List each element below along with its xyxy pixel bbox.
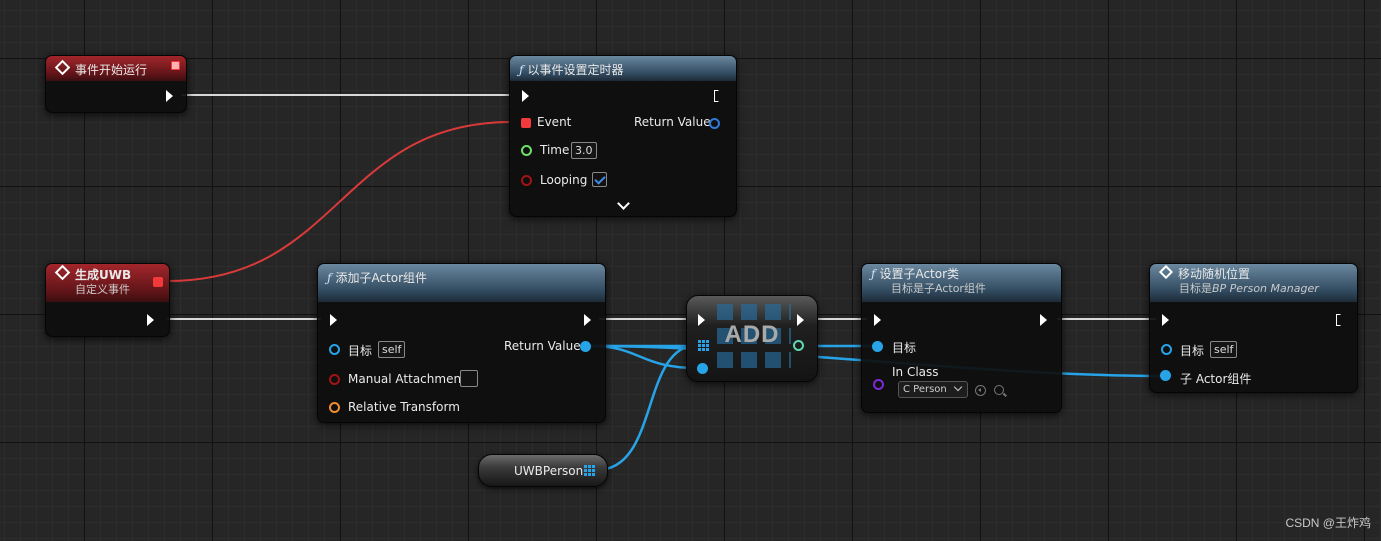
node-uwbperson-variable[interactable]: UWBPerson xyxy=(478,454,608,487)
node-subtitle: 自定义事件 xyxy=(75,283,130,296)
node-set-timer-header: ƒ 以事件设置定时器 xyxy=(510,56,736,81)
node-custom-event-header: 生成UWB 自定义事件 xyxy=(46,264,169,302)
target-pin[interactable] xyxy=(872,341,883,352)
target-array-pin-icon[interactable] xyxy=(698,340,709,351)
delegate-square-icon[interactable] xyxy=(171,61,180,70)
in-class-dropdown[interactable]: C Person xyxy=(898,381,968,398)
delegate-out-pin[interactable] xyxy=(153,277,163,287)
wire-event-delegate xyxy=(167,121,512,282)
exec-out-pin[interactable] xyxy=(584,314,591,326)
looping-pin-label: Looping xyxy=(540,173,588,187)
expand-chevron-icon[interactable] xyxy=(617,197,630,210)
manual-attachment-checkbox[interactable] xyxy=(460,370,478,387)
manual-attachment-label: Manual Attachment xyxy=(348,372,466,386)
target-pin[interactable] xyxy=(329,344,340,355)
chevron-down-icon xyxy=(953,382,963,392)
in-class-label: In Class xyxy=(892,365,939,379)
target-pin-label: 目标 xyxy=(892,341,917,355)
target-pin-label: 目标 xyxy=(348,344,373,358)
target-pin[interactable] xyxy=(1161,344,1172,355)
node-subtitle: 目标是子Actor组件 xyxy=(891,282,986,295)
index-out-pin[interactable] xyxy=(793,340,804,351)
exec-in-pin[interactable] xyxy=(1162,314,1169,326)
event-diamond-icon xyxy=(1158,264,1174,280)
node-add-child-actor-header: ƒ 添加子Actor组件 xyxy=(318,264,605,302)
function-icon: ƒ xyxy=(327,271,332,285)
wire-uwbperson-to-add-array xyxy=(595,343,700,472)
node-title: 设置子Actor类 xyxy=(879,267,960,281)
manual-attachment-pin[interactable] xyxy=(329,374,340,385)
child-actor-pin-label: 子 Actor组件 xyxy=(1180,372,1252,386)
event-diamond-icon xyxy=(54,264,71,281)
node-set-child-actor-class-header: ƒ 设置子Actor类 目标是子Actor组件 xyxy=(862,264,1061,302)
return-value-pin[interactable] xyxy=(709,118,720,129)
relative-transform-label: Relative Transform xyxy=(348,400,460,414)
looping-pin[interactable] xyxy=(521,175,532,186)
browse-search-icon[interactable] xyxy=(994,385,1004,395)
wire-return-to-add-item xyxy=(589,344,699,370)
exec-out-pin[interactable] xyxy=(1336,314,1343,326)
node-title: 生成UWB xyxy=(75,268,132,282)
relative-transform-pin[interactable] xyxy=(329,402,340,413)
use-selected-icon[interactable] xyxy=(975,385,986,396)
target-self-value[interactable]: self xyxy=(378,341,406,358)
subtitle-prefix: 目标是 xyxy=(1179,282,1212,295)
return-value-pin[interactable] xyxy=(580,341,591,352)
node-custom-event-uwb[interactable]: 生成UWB 自定义事件 xyxy=(45,263,170,337)
array-out-pin-icon[interactable] xyxy=(584,465,595,476)
node-subtitle: 目标是BP Person Manager xyxy=(1159,282,1349,296)
time-pin-label: Time xyxy=(540,143,570,157)
time-pin[interactable] xyxy=(521,145,532,156)
target-self-value[interactable]: self xyxy=(1210,341,1238,358)
exec-out-pin[interactable] xyxy=(147,314,154,326)
exec-in-pin[interactable] xyxy=(698,314,705,326)
node-set-child-actor-class[interactable]: ƒ 设置子Actor类 目标是子Actor组件 目标 In Class C Per… xyxy=(861,263,1062,413)
function-icon: ƒ xyxy=(871,267,876,281)
node-begin-play-header: 事件开始运行 xyxy=(46,56,186,81)
target-pin-label: 目标 xyxy=(1180,344,1205,358)
variable-label: UWBPerson xyxy=(514,464,584,478)
looping-checkbox[interactable] xyxy=(592,172,607,187)
event-diamond-icon xyxy=(54,59,71,76)
node-begin-play[interactable]: 事件开始运行 xyxy=(45,55,187,113)
watermark: CSDN @王炸鸡 xyxy=(1285,516,1371,530)
in-class-pin[interactable] xyxy=(873,379,884,390)
return-value-label: Return Value xyxy=(634,115,711,129)
node-add-child-actor-component[interactable]: ƒ 添加子Actor组件 目标 self Return Value Manual … xyxy=(317,263,606,423)
node-title: 事件开始运行 xyxy=(75,63,148,77)
exec-in-pin[interactable] xyxy=(522,90,529,102)
in-class-value: C Person xyxy=(903,384,947,395)
node-move-random-header: 移动随机位置 目标是BP Person Manager xyxy=(1150,264,1357,302)
exec-out-pin[interactable] xyxy=(714,90,721,102)
exec-out-pin[interactable] xyxy=(797,314,804,326)
event-delegate-pin[interactable] xyxy=(521,118,531,128)
exec-in-pin[interactable] xyxy=(874,314,881,326)
node-title: 移动随机位置 xyxy=(1178,267,1251,281)
node-move-random-location[interactable]: 移动随机位置 目标是BP Person Manager 目标 self 子 Ac… xyxy=(1149,263,1358,393)
node-title: 添加子Actor组件 xyxy=(335,271,428,285)
return-value-label: Return Value xyxy=(504,339,581,353)
time-value-input[interactable]: 3.0 xyxy=(571,142,597,159)
subtitle-target: BP Person Manager xyxy=(1212,282,1319,295)
function-icon: ƒ xyxy=(519,63,524,77)
exec-out-pin[interactable] xyxy=(166,90,173,102)
exec-in-pin[interactable] xyxy=(330,314,337,326)
child-actor-pin[interactable] xyxy=(1160,370,1171,381)
event-pin-label: Event xyxy=(537,115,572,129)
new-item-pin[interactable] xyxy=(697,363,708,374)
node-array-add[interactable]: ADD xyxy=(686,295,818,382)
node-title: 以事件设置定时器 xyxy=(527,63,624,77)
node-set-timer-by-event[interactable]: ƒ 以事件设置定时器 Event Return Value Time 3.0 Lo… xyxy=(509,55,737,217)
exec-out-pin[interactable] xyxy=(1040,314,1047,326)
